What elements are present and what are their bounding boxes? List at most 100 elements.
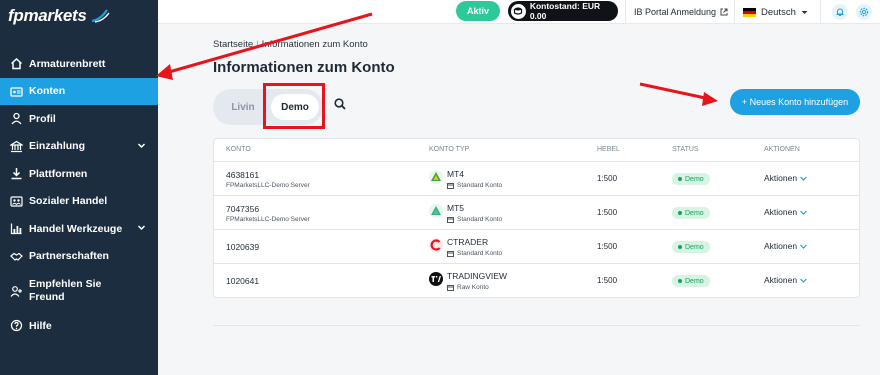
breadcrumb-separator: |: [256, 39, 259, 50]
actions-dropdown[interactable]: Aktionen: [764, 173, 808, 183]
annotation-arrow-to-add-button: [639, 82, 718, 106]
language-selector[interactable]: Deutsch: [735, 0, 821, 24]
sidebar-item-label: Einzahlung: [29, 140, 85, 153]
account-number: 1020641: [226, 276, 260, 286]
account-type: Standard Konto: [447, 182, 502, 189]
status-dot: [678, 245, 682, 249]
account-server: FPMarketsLLC-Demo Server: [226, 216, 310, 223]
leverage: 1:500: [597, 276, 618, 285]
ib-portal-label: IB Portal Anmeldung: [634, 7, 717, 17]
status-dot: [678, 177, 682, 181]
sidebar-item-label: Konten: [29, 85, 66, 98]
home-icon: [9, 57, 23, 71]
search-icon[interactable]: [333, 97, 347, 111]
user-icon: [9, 112, 23, 126]
ctrader-logo-icon: [429, 238, 443, 252]
actions-dropdown[interactable]: Aktionen: [764, 241, 808, 251]
settings-gear-icon[interactable]: [856, 4, 872, 20]
actions-dropdown[interactable]: Aktionen: [764, 207, 808, 217]
german-flag-icon: [743, 7, 756, 17]
account-type: Standard Konto: [447, 216, 502, 223]
chevron-down-icon[interactable]: [137, 141, 146, 150]
user-plus-icon: [9, 284, 23, 298]
mt4-logo-icon: [429, 170, 443, 184]
sidebar-item-label: Hilfe: [29, 319, 52, 332]
sidebar-item-label: Profil: [29, 112, 56, 125]
coins-icon: [511, 3, 526, 19]
chart-icon: [9, 222, 23, 236]
caret-down-icon: [801, 10, 808, 14]
chevron-down-icon: [800, 210, 808, 215]
card-icon: [447, 216, 454, 223]
ib-portal-link[interactable]: IB Portal Anmeldung: [625, 0, 735, 24]
account-server: FPMarketsLLC-Demo Server: [226, 182, 310, 189]
balance-display[interactable]: Kontostand: EUR 0.00: [508, 1, 618, 21]
account-number: 1020639: [226, 242, 260, 252]
status-dot: [678, 279, 682, 283]
help-icon: [9, 319, 23, 333]
sidebar-item-einzahlung[interactable]: Einzahlung: [0, 133, 158, 161]
column-header-hebel: HEBEL: [597, 146, 620, 153]
accounts-table: KONTO KONTO TYP HEBEL STATUS AKTIONEN 46…: [213, 138, 860, 298]
chevron-down-icon: [800, 244, 808, 249]
sidebar-item-label: Partnerschaften: [29, 250, 109, 263]
account-number: 7047356: [226, 204, 260, 214]
fpmarkets-logo[interactable]: fpmarkets: [8, 6, 110, 26]
people-icon: [9, 194, 23, 208]
breadcrumb-home-link[interactable]: Startseite: [213, 39, 253, 50]
sidebar-nav: Armaturenbrett Konten Profil Einzahlung: [0, 50, 158, 340]
tab-live[interactable]: Livin: [219, 89, 267, 125]
mt5-logo-icon: [429, 204, 443, 218]
sidebar-item-label: Handel Werkzeuge: [29, 222, 123, 235]
aktiv-status-button[interactable]: Aktiv: [456, 1, 500, 21]
status-label: Demo: [685, 175, 704, 183]
sidebar-item-hilfe[interactable]: Hilfe: [0, 312, 158, 340]
platform-name: CTRADER: [447, 237, 489, 247]
sidebar-item-empfehlen[interactable]: Empfehlen Sie Freund: [0, 270, 158, 312]
sidebar-item-profil[interactable]: Profil: [0, 105, 158, 133]
status-label: Demo: [685, 243, 704, 251]
notification-bell-icon[interactable]: [832, 4, 848, 20]
sidebar-item-label: Plattformen: [29, 167, 88, 180]
sidebar: fpmarkets Armaturenbrett Konten Profil E…: [0, 0, 158, 375]
id-card-icon: [9, 84, 23, 98]
card-icon: [447, 182, 454, 189]
table-row: 4638161 FPMarketsLLC-Demo Server MT4 Sta…: [214, 162, 859, 196]
card-icon: [447, 250, 454, 257]
chevron-down-icon: [800, 176, 808, 181]
table-row: 1020641 TRADINGVIEW Raw Konto 1:500 Demo…: [214, 264, 859, 298]
external-link-icon: [720, 8, 728, 16]
status-badge: Demo: [672, 207, 710, 219]
account-type-label: Standard Konto: [457, 182, 503, 189]
balance-label: Kontostand: EUR 0.00: [529, 1, 601, 21]
leverage: 1:500: [597, 242, 618, 251]
actions-dropdown[interactable]: Aktionen: [764, 275, 808, 285]
platform-name: MT5: [447, 203, 464, 213]
platform-name: MT4: [447, 169, 464, 179]
add-account-button[interactable]: + Neues Konto hinzufügen: [730, 89, 860, 115]
sidebar-item-konten[interactable]: Konten: [0, 77, 158, 105]
logo-swoosh-icon: [91, 9, 110, 23]
sidebar-item-label: Armaturenbrett: [29, 57, 106, 70]
divider: [213, 325, 860, 326]
sidebar-item-handel-werkzeuge[interactable]: Handel Werkzeuge: [0, 215, 158, 243]
chevron-down-icon[interactable]: [137, 223, 146, 232]
actions-label: Aktionen: [764, 173, 798, 183]
actions-label: Aktionen: [764, 275, 798, 285]
breadcrumb: Startseite | Informationen zum Konto: [213, 39, 368, 50]
account-type-label: Standard Konto: [457, 250, 503, 257]
account-number: 4638161: [226, 170, 260, 180]
actions-label: Aktionen: [764, 207, 798, 217]
sidebar-item-armaturenbrett[interactable]: Armaturenbrett: [0, 50, 158, 78]
column-header-konto-typ: KONTO TYP: [429, 146, 470, 153]
actions-label: Aktionen: [764, 241, 798, 251]
sidebar-item-plattformen[interactable]: Plattformen: [0, 160, 158, 188]
sidebar-item-sozialer-handel[interactable]: Sozialer Handel: [0, 188, 158, 216]
table-row: 7047356 FPMarketsLLC-Demo Server MT5 Sta…: [214, 196, 859, 230]
sidebar-item-partnerschaften[interactable]: Partnerschaften: [0, 243, 158, 271]
status-badge: Demo: [672, 241, 710, 253]
status-dot: [678, 211, 682, 215]
language-label: Deutsch: [761, 6, 796, 18]
sidebar-item-label: Sozialer Handel: [29, 195, 108, 208]
card-icon: [447, 284, 454, 291]
